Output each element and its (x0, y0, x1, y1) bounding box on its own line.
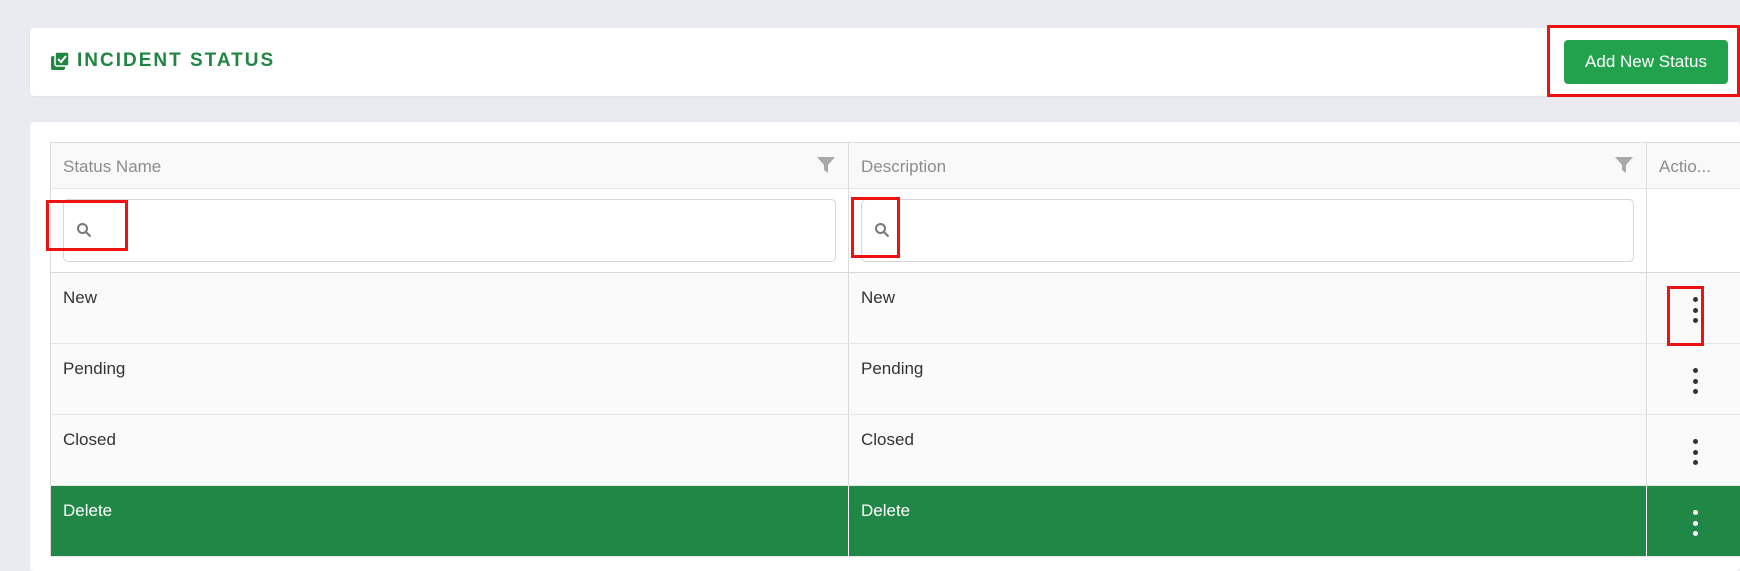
description-filter-cell (849, 189, 1647, 272)
filter-funnel-icon[interactable] (816, 155, 836, 175)
page-header: INCIDENT STATUS Add New Status (30, 28, 1740, 96)
status-name-cell: Pending (51, 344, 849, 414)
more-options-icon[interactable] (1685, 439, 1705, 465)
column-header-label: Actio... (1659, 157, 1711, 176)
more-options-icon[interactable] (1685, 297, 1705, 323)
column-header-actions: Actio... (1647, 143, 1740, 188)
actions-filter-cell (1647, 189, 1740, 272)
table-row-selected[interactable]: Delete Delete (51, 486, 1740, 557)
description-search-box[interactable] (861, 199, 1634, 262)
filter-funnel-icon[interactable] (1614, 155, 1634, 175)
description-cell: Delete (849, 486, 1647, 556)
description-search-input[interactable] (898, 200, 1622, 262)
table-header-row: Status Name Description Actio... (51, 143, 1740, 189)
table-filter-row (51, 189, 1740, 273)
status-name-search-box[interactable] (63, 199, 836, 262)
actions-cell (1647, 344, 1740, 414)
more-options-icon[interactable] (1685, 368, 1705, 394)
status-name-search-input[interactable] (100, 200, 824, 262)
actions-cell (1647, 273, 1740, 343)
description-cell: Closed (849, 415, 1647, 485)
description-cell: New (849, 273, 1647, 343)
search-icon (77, 223, 92, 238)
status-name-cell: Delete (51, 486, 849, 556)
add-new-status-button[interactable]: Add New Status (1564, 40, 1728, 84)
column-header-label: Status Name (63, 157, 162, 176)
table-row[interactable]: Closed Closed (51, 415, 1740, 486)
page-title: INCIDENT STATUS (77, 50, 276, 71)
actions-cell (1647, 415, 1740, 485)
table-row[interactable]: Pending Pending (51, 344, 1740, 415)
column-header-status-name[interactable]: Status Name (51, 143, 849, 188)
check-square-stack-icon (51, 51, 70, 70)
more-options-icon[interactable] (1685, 510, 1705, 536)
table-row[interactable]: New New (51, 273, 1740, 344)
column-header-description[interactable]: Description (849, 143, 1647, 188)
status-table-card: Status Name Description Actio... New New… (30, 122, 1740, 571)
status-table: Status Name Description Actio... New New… (50, 142, 1740, 557)
status-name-cell: New (51, 273, 849, 343)
description-cell: Pending (849, 344, 1647, 414)
search-icon (875, 223, 890, 238)
status-name-cell: Closed (51, 415, 849, 485)
column-header-label: Description (861, 157, 947, 176)
status-name-filter-cell (51, 189, 849, 272)
actions-cell (1647, 486, 1740, 556)
page-title-group: INCIDENT STATUS (50, 50, 275, 72)
